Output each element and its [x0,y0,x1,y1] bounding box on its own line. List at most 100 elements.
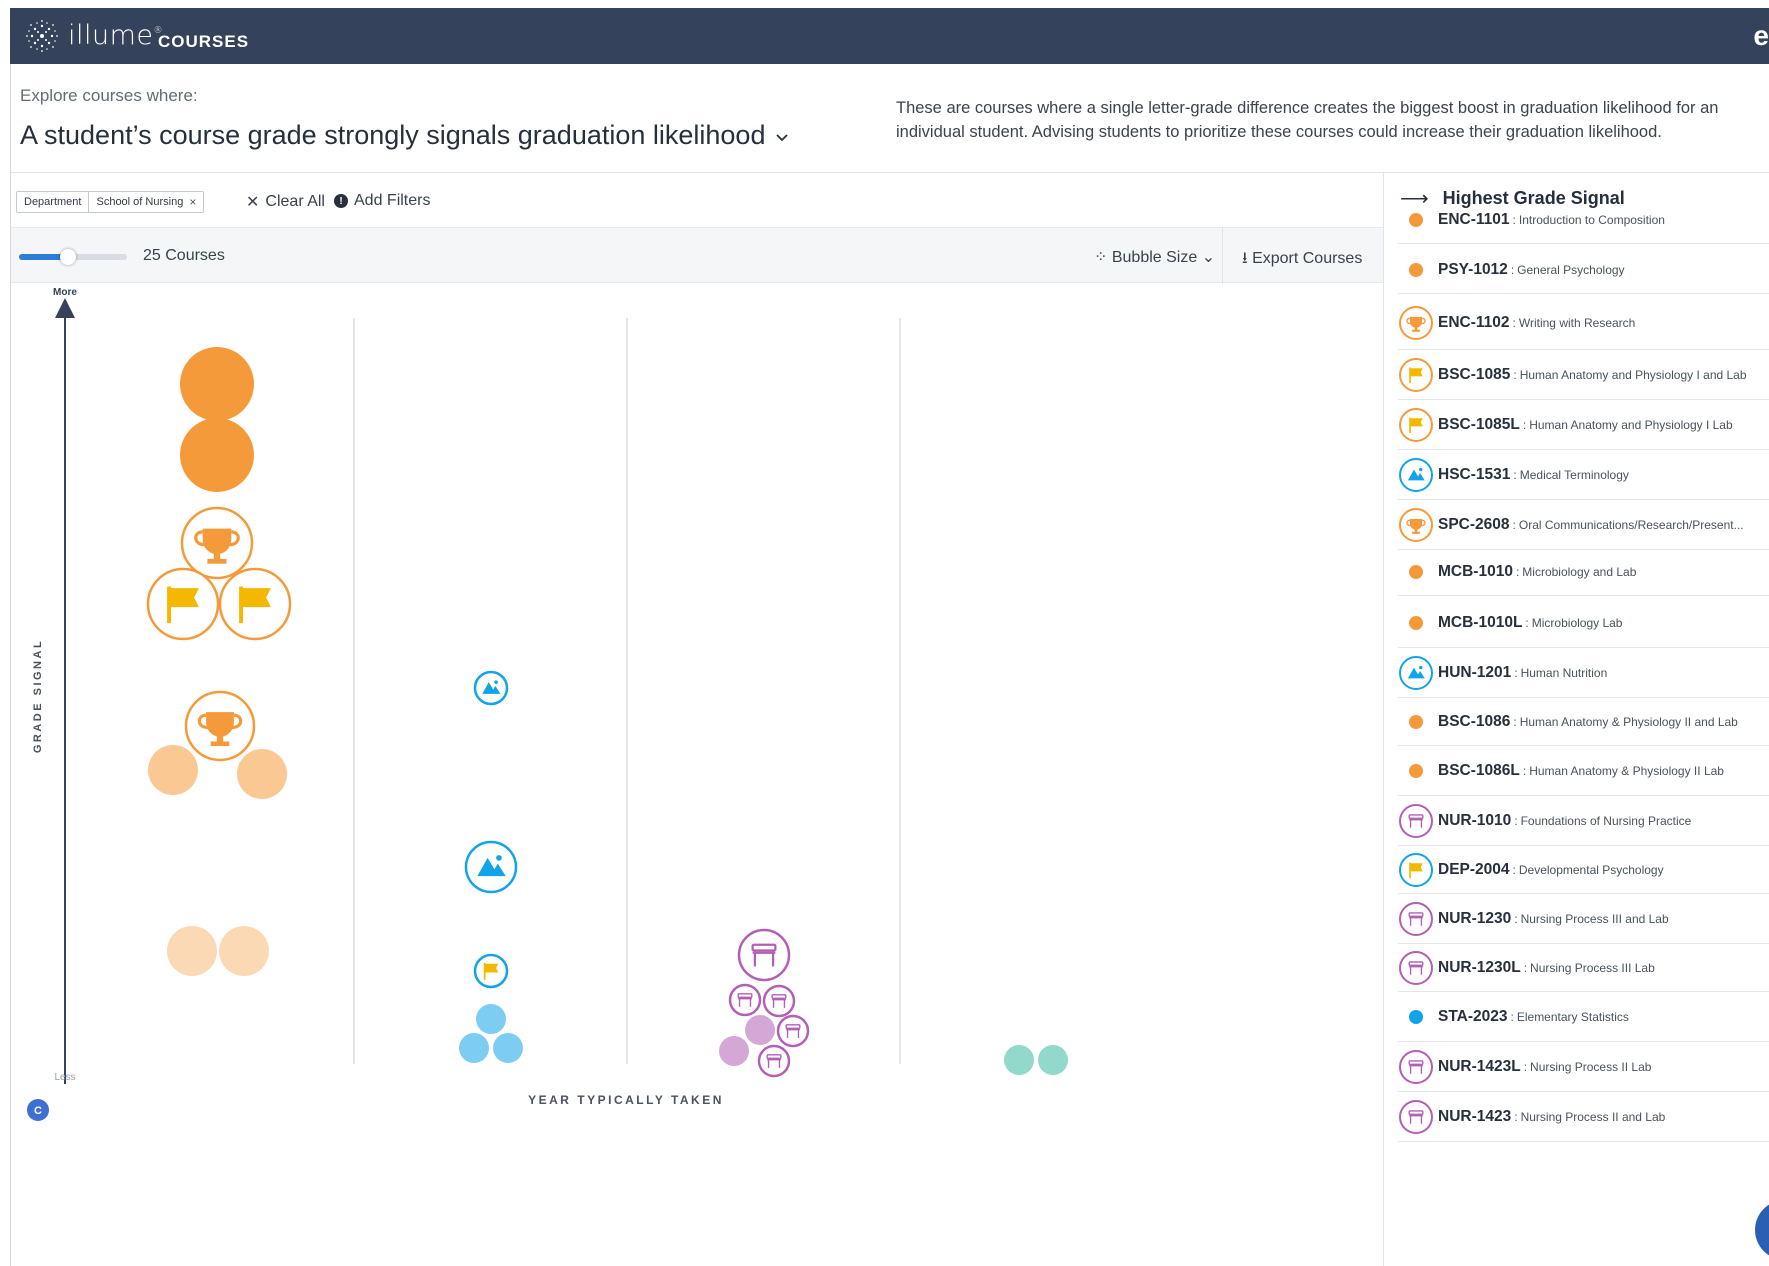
course-count: 25 Courses [143,247,225,264]
course-bubble[interactable] [1038,1045,1068,1075]
course-list-item[interactable]: NUR-1423: Nursing Process II and Lab [1398,1092,1769,1142]
course-bubble[interactable] [180,347,254,421]
headline-text: A student’s course grade strongly signal… [20,120,766,150]
add-filters-button[interactable]: ! Add Filters [334,192,430,210]
course-bubble[interactable] [728,983,762,1017]
bubble-fill [1004,1045,1034,1075]
bubble-ring [757,1044,791,1078]
slider-handle[interactable] [59,249,76,265]
course-marker [1398,1099,1434,1134]
signal-selector[interactable]: A student’s course grade strongly signal… [20,120,789,151]
department-filter-chip[interactable]: Department School of Nursing × [16,191,205,213]
course-list-item[interactable]: STA-2023: Elementary Statistics [1398,992,1769,1042]
course-list-item[interactable]: ENC-1101: Introduction to Composition [1398,196,1769,244]
course-bubble[interactable] [719,1036,749,1066]
download-icon: ⭳ [1242,250,1248,267]
course-bubble[interactable] [218,567,292,641]
course-list-item[interactable]: HUN-1201: Human Nutrition [1398,648,1769,698]
course-name: Elementary Statistics [1516,1009,1629,1024]
course-bubble[interactable] [493,1033,523,1063]
course-bubble[interactable] [146,567,220,641]
course-bubble[interactable] [476,1004,506,1034]
course-marker [1398,763,1434,778]
course-bubble[interactable] [473,953,509,989]
flag-icon [1409,862,1423,878]
course-bubble[interactable] [184,690,256,762]
course-bubble[interactable] [219,926,269,976]
course-name: Nursing Process II and Lab [1520,1109,1666,1124]
course-name: Foundations of Nursing Practice [1520,813,1692,828]
bubble-size-dropdown[interactable]: ⁘ Bubble Size ⌄ [1094,247,1215,267]
course-list-item[interactable]: BSC-1085: Human Anatomy and Physiology I … [1398,350,1769,400]
year-dot-icon [1409,212,1423,227]
course-list-item[interactable]: NUR-1230L: Nursing Process III Lab [1398,944,1769,992]
course-name: Nursing Process III and Lab [1520,911,1669,926]
code-separator: : [1510,262,1515,277]
course-list-item[interactable]: BSC-1086: Human Anatomy & Physiology II a… [1398,698,1769,746]
course-list-item[interactable]: DEP-2004: Developmental Psychology [1398,846,1769,894]
bubble-ring [728,983,762,1017]
course-code: NUR-1230 [1438,909,1512,927]
bubble-size-label: Bubble Size [1111,249,1198,266]
export-courses-button[interactable]: ⭳ Export Courses [1242,247,1362,274]
code-separator: : [1522,763,1527,778]
assistant-logo-icon[interactable]: C [27,1099,49,1121]
course-bubble[interactable] [745,1015,775,1045]
clear-all-button[interactable]: ✕ Clear All [246,192,325,212]
course-list-item[interactable]: NUR-1423L: Nursing Process II Lab [1398,1042,1769,1092]
course-bubble[interactable] [148,745,198,795]
course-badge [1399,901,1433,936]
course-list-item[interactable]: MCB-1010: Microbiology and Lab [1398,548,1769,596]
course-list-item[interactable]: BSC-1085L: Human Anatomy and Physiology I… [1398,400,1769,450]
course-bubble[interactable] [464,840,518,894]
clear-all-label: Clear All [265,193,325,210]
course-list-item[interactable]: ENC-1102: Writing with Research [1398,296,1769,350]
course-list-item[interactable]: SPC-2608: Oral Communications/Research/Pr… [1398,500,1769,550]
course-list-item[interactable]: BSC-1086L: Human Anatomy & Physiology II … [1398,746,1769,796]
course-name: Human Nutrition [1520,665,1608,680]
bench-icon [1408,911,1424,926]
bench-icon [1408,813,1424,828]
course-bubble[interactable] [167,926,217,976]
course-bubble[interactable] [737,928,791,982]
course-badge [1399,852,1433,887]
course-badge [1399,305,1433,340]
remove-filter-icon[interactable]: × [189,195,196,209]
course-bubble[interactable] [180,418,254,492]
export-label: Export Courses [1252,250,1363,267]
course-list-item[interactable]: NUR-1010: Foundations of Nursing Practice [1398,796,1769,846]
bench-icon [1408,911,1424,926]
course-code: BSC-1085L [1438,415,1520,433]
explore-label: Explore courses where: [20,86,198,105]
code-separator: : [1514,665,1518,680]
course-list-item[interactable]: MCB-1010L: Microbiology Lab [1398,598,1769,648]
course-code: BSC-1086 [1438,712,1511,730]
y-axis-top-label: More [53,287,77,298]
course-list-item[interactable]: HSC-1531: Medical Terminology [1398,450,1769,500]
bench-icon [1408,813,1424,828]
course-badge [1399,1049,1433,1084]
course-bubble[interactable] [473,670,509,706]
course-bubble[interactable] [762,984,796,1018]
course-bubble[interactable] [757,1044,791,1078]
course-bubble[interactable] [459,1033,489,1063]
course-count-slider[interactable] [19,249,127,265]
bench-icon [1408,960,1424,975]
course-marker [1398,564,1434,579]
course-badge [1399,407,1433,442]
bubble-fill [476,1004,506,1034]
course-marker [1398,714,1434,729]
trophy-icon [1406,316,1426,332]
course-bubble[interactable] [237,749,287,799]
course-list-item[interactable]: PSY-1012: General Psychology [1398,246,1769,294]
course-list-item[interactable]: NUR-1230: Nursing Process III and Lab [1398,894,1769,944]
course-name: Medical Terminology [1519,467,1629,482]
course-badge [1399,950,1433,985]
course-code: MCB-1010L [1438,613,1523,631]
course-bubble[interactable] [776,1014,810,1048]
trophy-icon [1406,518,1426,534]
course-bubble[interactable] [1004,1045,1034,1075]
course-bubble[interactable] [180,506,254,580]
flag-icon [1409,417,1423,433]
course-marker [1398,507,1434,542]
